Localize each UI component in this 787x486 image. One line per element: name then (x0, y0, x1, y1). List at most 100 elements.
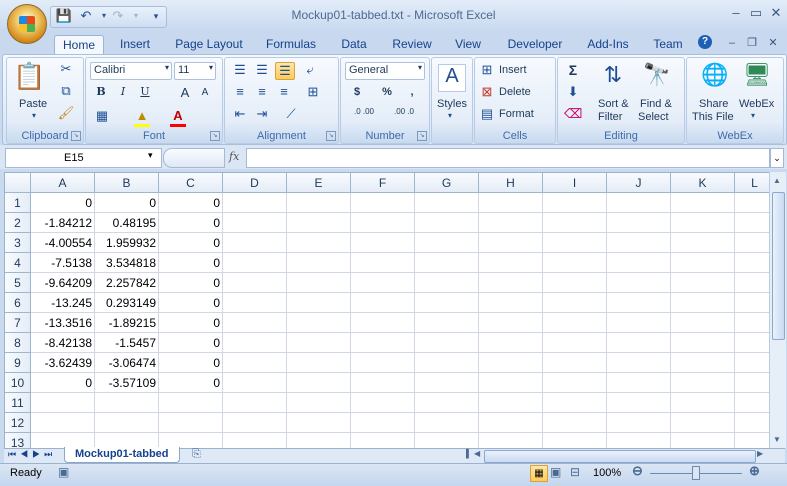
vertical-scrollbar[interactable]: ▲ ▼ (769, 172, 786, 448)
clear-icon[interactable]: ⌫ (564, 106, 582, 122)
column-header[interactable]: A (31, 173, 95, 193)
cell[interactable] (351, 273, 415, 293)
cell[interactable]: -1.89215 (95, 313, 159, 333)
cell[interactable]: -13.3516 (31, 313, 95, 333)
row-header[interactable]: 10 (5, 373, 31, 393)
tab-page-layout[interactable]: Page Layout (170, 35, 248, 54)
autosum-button[interactable]: Σ (564, 62, 582, 78)
insert-sheet-icon[interactable]: ⎘ (192, 448, 201, 461)
cell[interactable] (735, 413, 770, 433)
tab-developer[interactable]: Developer (502, 35, 568, 54)
fill-icon[interactable]: ⬇ (564, 84, 582, 100)
align-top-icon[interactable]: ☰ (231, 62, 249, 78)
cell[interactable] (543, 333, 607, 353)
column-header[interactable]: I (543, 173, 607, 193)
increase-decimal-button[interactable]: .0 .00 (345, 106, 383, 126)
cell[interactable]: -3.62439 (31, 353, 95, 373)
cell[interactable]: 0 (159, 193, 223, 213)
cell[interactable]: 0 (159, 373, 223, 393)
cell[interactable] (607, 353, 671, 373)
column-header[interactable]: H (479, 173, 543, 193)
cell[interactable] (479, 293, 543, 313)
cell[interactable] (223, 313, 287, 333)
align-right-icon[interactable]: ≡ (275, 84, 293, 99)
scroll-down-icon[interactable]: ▼ (773, 435, 781, 444)
column-header[interactable]: B (95, 173, 159, 193)
cell[interactable] (415, 413, 479, 433)
align-bottom-icon[interactable]: ☰ (275, 62, 295, 80)
tab-home[interactable]: Home (54, 35, 104, 55)
paste-button[interactable]: Paste (19, 98, 47, 110)
cell[interactable] (543, 313, 607, 333)
number-format-select[interactable]: General ▾ (345, 62, 425, 80)
cell[interactable] (223, 413, 287, 433)
delete-cells-icon[interactable]: ⊠ (479, 84, 495, 100)
vertical-scroll-thumb[interactable] (772, 192, 785, 340)
sheet-tab-mockup01[interactable]: Mockup01-tabbed (64, 447, 180, 463)
sort-label-line2[interactable]: Filter (598, 111, 622, 123)
cell[interactable] (735, 193, 770, 213)
copy-icon[interactable]: ⧉ (57, 83, 75, 99)
cell[interactable] (223, 233, 287, 253)
sort-filter-icon[interactable]: ⇅ (598, 62, 628, 92)
cell[interactable] (415, 233, 479, 253)
cell[interactable] (223, 293, 287, 313)
cell[interactable] (607, 233, 671, 253)
cell[interactable] (31, 393, 95, 413)
clipboard-launcher-icon[interactable]: ↘ (71, 131, 81, 141)
cell[interactable] (543, 213, 607, 233)
webex-icon[interactable]: 🖥 (743, 62, 771, 90)
align-left-icon[interactable]: ≡ (231, 84, 249, 99)
cell[interactable]: 0 (159, 273, 223, 293)
tab-add-ins[interactable]: Add-Ins (580, 35, 636, 54)
cell[interactable] (479, 253, 543, 273)
cell[interactable]: 0.48195 (95, 213, 159, 233)
cell[interactable] (607, 313, 671, 333)
cell[interactable] (415, 333, 479, 353)
cell[interactable]: -13.245 (31, 293, 95, 313)
chevron-down-icon[interactable]: ▾ (751, 111, 755, 120)
alignment-launcher-icon[interactable]: ↘ (326, 131, 336, 141)
row-header[interactable]: 12 (5, 413, 31, 433)
cell[interactable] (159, 413, 223, 433)
cell[interactable] (543, 253, 607, 273)
zoom-in-icon[interactable]: ⊕ (749, 463, 760, 479)
minimize-icon[interactable]: – (726, 5, 746, 21)
cell[interactable] (607, 273, 671, 293)
cell[interactable] (607, 293, 671, 313)
cut-icon[interactable]: ✂ (57, 61, 75, 77)
cell[interactable] (607, 193, 671, 213)
grow-font-button[interactable]: A (176, 84, 194, 104)
binoculars-icon[interactable]: 🔭 (642, 62, 672, 92)
chevron-down-icon[interactable]: ▾ (148, 150, 153, 161)
workbook-restore-icon[interactable]: ❐ (742, 35, 762, 51)
underline-button[interactable]: U (136, 84, 154, 104)
cell[interactable] (287, 353, 351, 373)
page-break-view-icon[interactable]: ⊟ (570, 465, 580, 479)
column-header[interactable]: G (415, 173, 479, 193)
cell[interactable] (287, 313, 351, 333)
zoom-level[interactable]: 100% (593, 467, 621, 479)
cell[interactable]: -8.42138 (31, 333, 95, 353)
format-painter-icon[interactable]: 🖌 (57, 105, 75, 121)
cell[interactable] (287, 393, 351, 413)
cell[interactable] (287, 273, 351, 293)
delete-cells-button[interactable]: Delete (499, 86, 531, 98)
cell[interactable] (671, 273, 735, 293)
cell[interactable]: 0 (159, 233, 223, 253)
webex-button[interactable]: WebEx (739, 98, 774, 110)
tab-insert[interactable]: Insert (114, 35, 156, 54)
cell[interactable] (735, 233, 770, 253)
cell[interactable]: 0 (159, 313, 223, 333)
share-globe-icon[interactable]: 🌐 (701, 62, 729, 90)
styles-icon[interactable]: A (438, 64, 466, 92)
cell[interactable] (543, 353, 607, 373)
column-header[interactable]: L (735, 173, 770, 193)
cell[interactable] (671, 333, 735, 353)
cell[interactable] (607, 253, 671, 273)
find-label-line2[interactable]: Select (638, 111, 669, 123)
cell[interactable] (351, 253, 415, 273)
cell[interactable]: -3.06474 (95, 353, 159, 373)
cell[interactable] (351, 233, 415, 253)
cell[interactable] (735, 213, 770, 233)
